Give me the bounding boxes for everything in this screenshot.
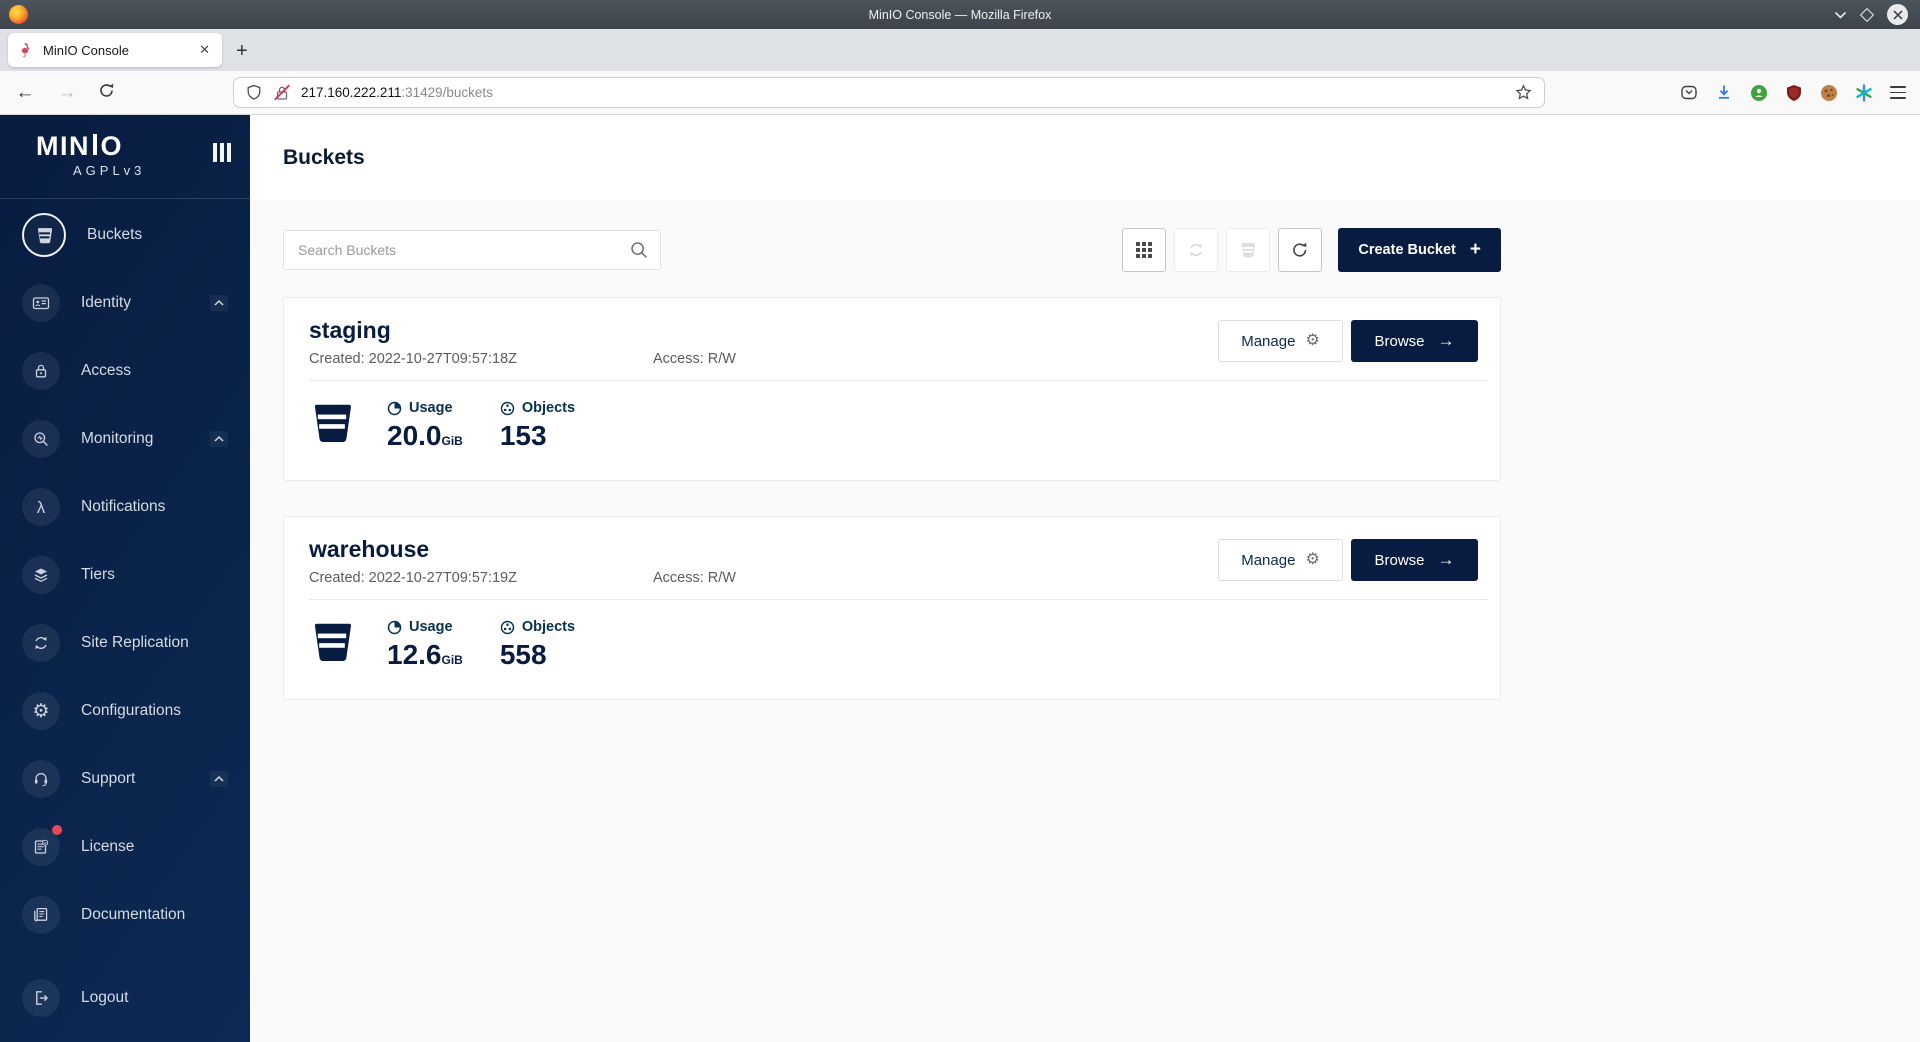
tab-title: MinIO Console [43,43,197,58]
layers-icon [22,556,60,594]
manage-button[interactable]: Manage ⚙ [1218,320,1343,362]
page-title: Buckets [250,115,1920,200]
magnifier-icon [22,420,60,458]
delete-buckets-button[interactable] [1226,228,1270,272]
firefox-logo-icon [9,5,28,24]
window-minimize-button[interactable] [1834,6,1847,24]
refresh-icon [1291,241,1309,259]
replication-icon [1187,241,1205,259]
window-close-button[interactable] [1887,4,1908,25]
forward-button[interactable]: → [56,82,78,104]
insecure-lock-icon[interactable] [274,84,290,102]
bucket-disabled-icon [1239,241,1257,259]
bucket-name: staging [309,317,1218,343]
window-maximize-button[interactable] [1860,7,1874,21]
sidebar-item-license[interactable]: License [0,813,250,881]
search-input[interactable] [283,230,661,270]
plus-icon: + [1470,241,1481,259]
reload-button[interactable] [98,82,115,104]
minio-flamingo-favicon [18,42,34,58]
bucket-created: Created: 2022-10-27T09:57:19Z [309,570,653,586]
new-tab-button[interactable]: + [236,41,248,61]
window-titlebar: MinIO Console — Mozilla Firefox [0,0,1920,29]
bucket-card-warehouse: warehouse Created: 2022-10-27T09:57:19Z … [283,516,1501,700]
license-document-icon [22,828,60,866]
license-tag: AGPLv3 [73,163,250,178]
extension-green-icon[interactable] [1750,84,1768,102]
gear-icon: ⚙ [1305,333,1319,349]
search-icon [629,240,649,265]
sidebar-item-identity[interactable]: Identity [0,269,250,337]
bucket-icon [22,213,66,257]
bucket-created: Created: 2022-10-27T09:57:18Z [309,351,653,367]
gear-icon: ⚙ [1305,552,1319,568]
objects-metric: Objects 558 [500,619,575,675]
manage-button[interactable]: Manage ⚙ [1218,539,1343,581]
refresh-button[interactable] [1278,228,1322,272]
usage-metric: Usage 20.0GiB [387,400,463,456]
objects-icon [500,401,515,416]
identity-card-icon [22,284,60,322]
sidebar-item-access[interactable]: Access [0,337,250,405]
arrow-right-icon: → [1438,552,1455,568]
tab-minio-console[interactable]: MinIO Console ✕ [8,33,222,67]
sidebar-item-configurations[interactable]: ⚙ Configurations [0,677,250,745]
browser-toolbar: ← → 217.160.222.211:31429/buckets [0,71,1920,115]
sidebar-item-buckets[interactable]: Buckets [0,201,250,269]
sidebar-item-monitoring[interactable]: Monitoring [0,405,250,473]
chevron-up-icon [210,771,228,787]
downloads-icon[interactable] [1715,84,1733,101]
sidebar-item-support[interactable]: Support [0,745,250,813]
tab-strip: MinIO Console ✕ + [0,29,1920,71]
logout-icon [22,979,60,1017]
url-text: 217.160.222.211:31429/buckets [301,85,1515,100]
bucket-icon-large [309,400,355,446]
browse-button[interactable]: Browse → [1351,539,1478,581]
arrow-right-icon: → [1438,333,1455,349]
sidebar-item-documentation[interactable]: Documentation [0,881,250,949]
chevron-up-icon [210,295,228,311]
set-replication-button[interactable] [1174,228,1218,272]
sidebar-item-notifications[interactable]: λ Notifications [0,473,250,541]
grid-view-button[interactable] [1122,228,1166,272]
bucket-name: warehouse [309,536,1218,562]
bucket-icon-large [309,619,355,665]
url-bar[interactable]: 217.160.222.211:31429/buckets [233,77,1545,108]
menu-hamburger-icon[interactable] [1890,86,1906,98]
create-bucket-button[interactable]: Create Bucket + [1338,228,1501,272]
sidebar-item-site-replication[interactable]: Site Replication [0,609,250,677]
documentation-icon [22,896,60,934]
minio-logo: MINO AGPLv3 [0,115,250,198]
pie-chart-icon [387,401,402,416]
license-alert-dot [52,825,62,835]
headset-icon [22,760,60,798]
objects-icon [500,620,515,635]
lock-icon [22,352,60,390]
cookie-extension-icon[interactable] [1820,84,1838,102]
replication-cycle-icon [22,624,60,662]
chevron-up-icon [210,431,228,447]
container-asterisk-icon[interactable] [1855,84,1873,102]
sidebar-item-tiers[interactable]: Tiers [0,541,250,609]
tab-close-icon[interactable]: ✕ [197,42,212,58]
lambda-icon: λ [22,488,60,526]
sidebar-collapse-icon[interactable] [213,143,231,162]
objects-metric: Objects 153 [500,400,575,456]
browse-button[interactable]: Browse → [1351,320,1478,362]
sidebar-item-logout[interactable]: Logout [0,964,250,1032]
grid-icon [1135,241,1153,259]
ublock-origin-icon[interactable] [1785,84,1803,102]
shield-permissions-icon[interactable] [246,84,262,101]
usage-metric: Usage 12.6GiB [387,619,463,675]
sidebar: MINO AGPLv3 Buckets Identity [0,115,250,1042]
back-button[interactable]: ← [14,82,36,104]
bucket-access: Access: R/W [653,570,736,586]
gear-icon: ⚙ [22,692,60,730]
bookmark-star-icon[interactable] [1515,84,1532,101]
bucket-access: Access: R/W [653,351,736,367]
window-title: MinIO Console — Mozilla Firefox [0,8,1920,22]
bucket-card-staging: staging Created: 2022-10-27T09:57:18Z Ac… [283,297,1501,481]
pie-chart-icon [387,620,402,635]
pocket-icon[interactable] [1680,84,1698,101]
